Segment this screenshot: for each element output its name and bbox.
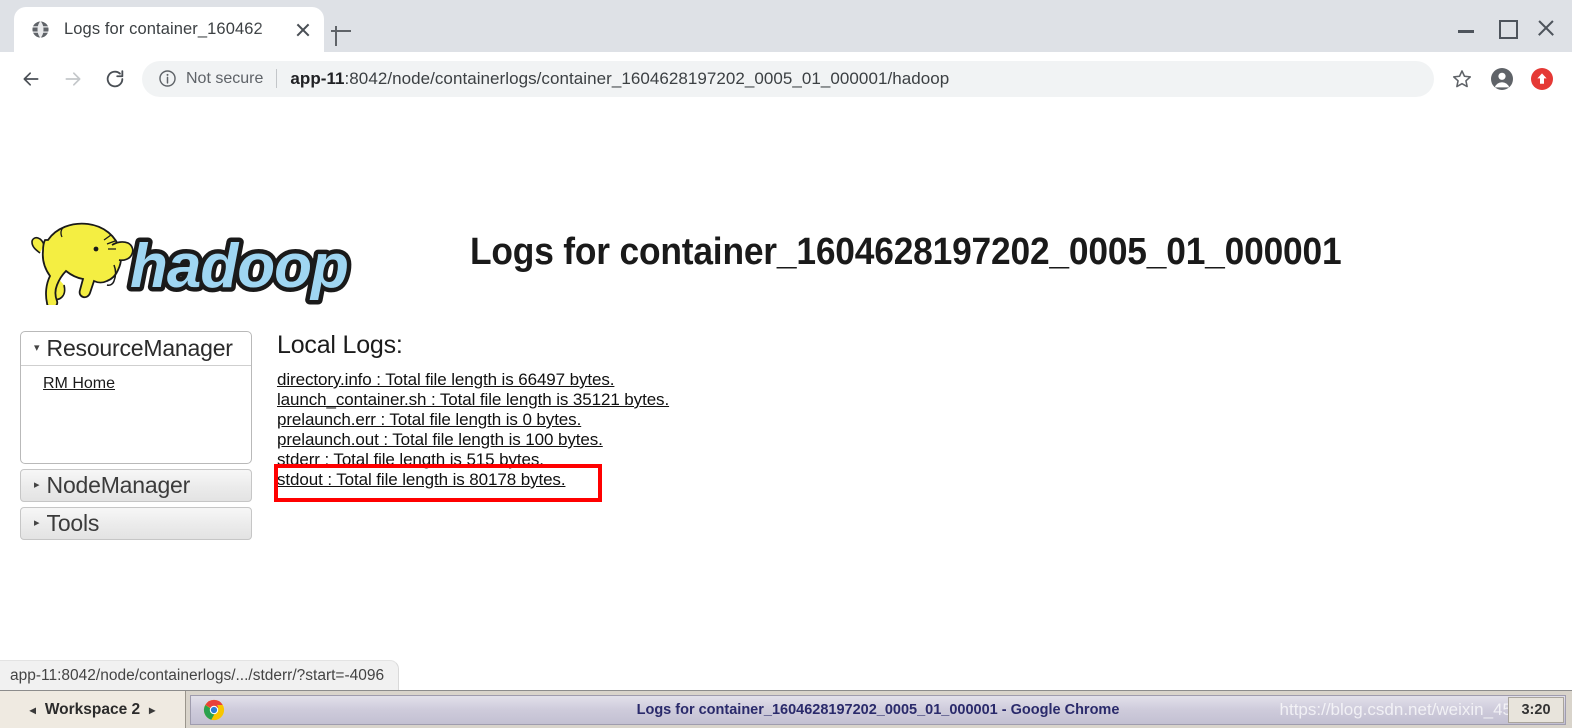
chevron-right-icon: ▸	[34, 517, 40, 529]
maximize-icon[interactable]	[1486, 8, 1526, 42]
tab-strip: Logs for container_160462	[0, 0, 1572, 52]
sidebar-section-tools[interactable]: ▸ Tools	[20, 507, 252, 540]
browser-tab[interactable]: Logs for container_160462	[14, 7, 324, 52]
url-text: app-11:8042/node/containerlogs/container…	[290, 69, 949, 89]
screen: Logs for container_160462 Not secure app…	[0, 0, 1572, 728]
taskbar-window-title: Logs for container_1604628197202_0005_01…	[636, 701, 1120, 718]
back-button[interactable]	[10, 58, 52, 100]
main-content: Local Logs: directory.info : Total file …	[274, 331, 669, 502]
sidebar-section-label: ResourceManager	[46, 335, 233, 361]
sidebar-section-label: NodeManager	[46, 472, 191, 498]
chrome-icon	[203, 699, 225, 720]
log-link-stdout[interactable]: stdout : Total file length is 80178 byte…	[277, 470, 669, 490]
sidebar-section-resourcemanager[interactable]: ▾ ResourceManager RM Home	[20, 331, 252, 464]
hadoop-logo: hadoop hadoop	[31, 222, 353, 305]
status-bar-url: app-11:8042/node/containerlogs/.../stder…	[10, 666, 385, 684]
reload-button[interactable]	[94, 58, 136, 100]
svg-text:hadoop: hadoop	[130, 232, 348, 301]
taskbar-clock: 3:20	[1508, 697, 1564, 723]
close-icon[interactable]	[1526, 8, 1566, 42]
chevron-right-icon: ▸	[34, 479, 40, 491]
address-bar[interactable]: Not secure app-11:8042/node/containerlog…	[142, 60, 1434, 97]
star-icon	[1452, 69, 1472, 87]
sidebar-nav: ▾ ResourceManager RM Home ▸ NodeManager …	[20, 331, 252, 540]
page-viewport: hadoop hadoop Logs for container_1604628…	[0, 105, 1572, 690]
tab-title: Logs for container_160462	[64, 20, 263, 38]
window-controls	[1446, 8, 1566, 42]
url-host: app-11	[290, 68, 345, 88]
update-button[interactable]	[1522, 59, 1562, 99]
reload-icon	[106, 69, 124, 87]
sidebar-section-nodemanager[interactable]: ▸ NodeManager	[20, 469, 252, 502]
new-tab-button[interactable]	[326, 16, 356, 46]
avatar-icon	[1491, 67, 1513, 90]
workspace-switcher[interactable]: ◂ Workspace 2 ▸	[0, 691, 186, 728]
sidebar-section-header[interactable]: ▾ ResourceManager	[21, 332, 251, 366]
local-logs-heading: Local Logs:	[277, 331, 403, 359]
log-link-prelaunch-err[interactable]: prelaunch.err : Total file length is 0 b…	[277, 410, 669, 430]
update-icon	[1531, 67, 1553, 90]
log-link-directory-info[interactable]: directory.info : Total file length is 66…	[277, 370, 669, 390]
workspace-next-icon[interactable]: ▸	[149, 703, 155, 717]
log-link-prelaunch-out[interactable]: prelaunch.out : Total file length is 100…	[277, 430, 669, 450]
back-arrow-icon	[23, 71, 39, 86]
chevron-down-icon: ▾	[34, 342, 40, 354]
globe-icon	[30, 19, 51, 40]
log-link-launch-container-sh[interactable]: launch_container.sh : Total file length …	[277, 390, 669, 410]
log-file-list: directory.info : Total file length is 66…	[277, 370, 669, 490]
forward-arrow-icon	[65, 71, 81, 86]
workspace-label: Workspace 2	[44, 700, 141, 718]
url-path: :8042/node/containerlogs/container_16046…	[344, 68, 950, 88]
bookmark-button[interactable]	[1442, 59, 1482, 99]
log-link-stderr[interactable]: stderr : Total file length is 515 bytes.	[277, 450, 669, 470]
workspace-prev-icon[interactable]: ◂	[30, 703, 36, 717]
status-bar: app-11:8042/node/containerlogs/.../stder…	[0, 660, 400, 690]
page-title: Logs for container_1604628197202_0005_01…	[470, 231, 1342, 273]
security-label: Not secure	[186, 69, 264, 87]
minimize-icon[interactable]	[1446, 8, 1486, 42]
info-circle-icon[interactable]	[158, 69, 177, 88]
desktop-taskbar: ◂ Workspace 2 ▸ Logs for container_16046…	[0, 690, 1572, 728]
omnibox-divider	[276, 69, 278, 88]
browser-window: Logs for container_160462 Not secure app…	[0, 0, 1572, 690]
profile-button[interactable]	[1482, 59, 1522, 99]
watermark-text: https://blog.csdn.net/weixin_45	[1279, 699, 1512, 719]
sidebar-section-label: Tools	[46, 510, 100, 536]
forward-button[interactable]	[52, 58, 94, 100]
tab-close-icon[interactable]	[290, 17, 316, 43]
sidebar-item-rm-home[interactable]: RM Home	[43, 375, 251, 393]
browser-toolbar: Not secure app-11:8042/node/containerlog…	[0, 52, 1572, 105]
